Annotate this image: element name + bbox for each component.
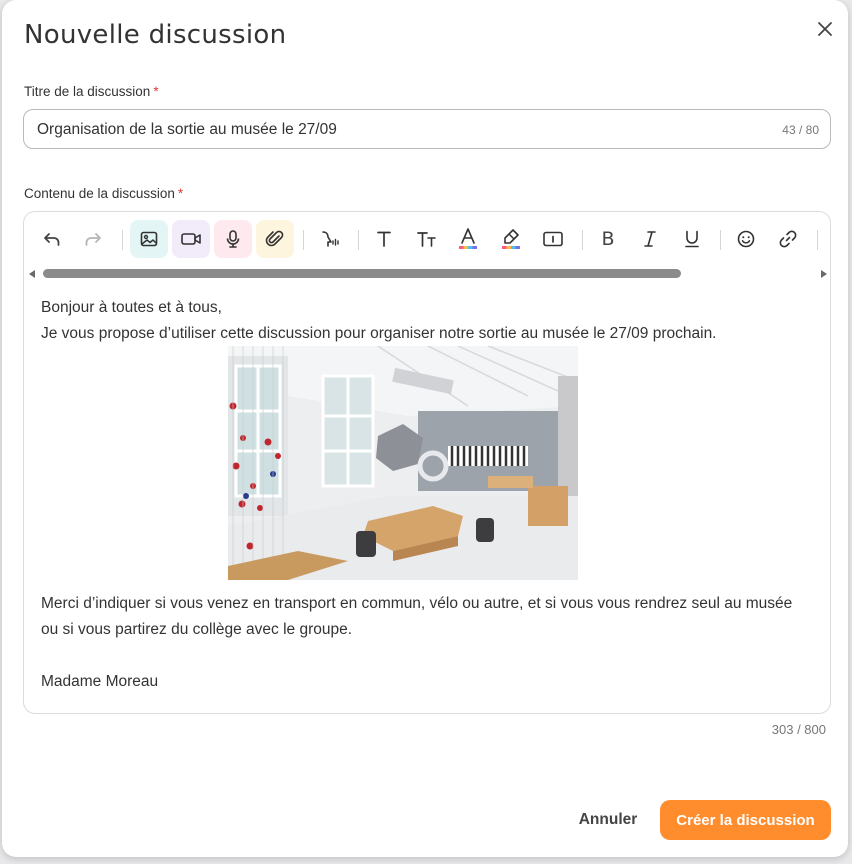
- content-field-label: Contenu de la discussion *: [24, 186, 184, 201]
- image-icon: [140, 231, 158, 247]
- text-icon: [377, 231, 391, 247]
- toolbar-separator: [817, 230, 818, 250]
- text-size-button[interactable]: [408, 220, 446, 258]
- speech-icon: [322, 231, 339, 247]
- title-input-value: Organisation de la sortie au musée le 27…: [37, 121, 337, 138]
- content-line: Merci d’indiquer si vous venez en transp…: [41, 595, 793, 612]
- underline-icon: [685, 230, 699, 248]
- scroll-left-icon[interactable]: [29, 270, 35, 278]
- emoji-icon: [737, 230, 755, 248]
- toolbar-scrollbar[interactable]: [27, 268, 829, 280]
- modal-title: Nouvelle discussion: [24, 20, 287, 50]
- required-mark: *: [153, 84, 159, 99]
- create-discussion-button[interactable]: Créer la discussion: [660, 800, 831, 840]
- scroll-right-icon[interactable]: [821, 270, 827, 278]
- link-button[interactable]: [769, 220, 807, 258]
- cancel-button[interactable]: Annuler: [570, 801, 646, 839]
- title-input[interactable]: Organisation de la sortie au musée le 27…: [23, 109, 831, 149]
- record-audio-button[interactable]: [214, 220, 252, 258]
- close-button[interactable]: [812, 16, 838, 42]
- emoji-button[interactable]: [727, 220, 765, 258]
- highlight-button[interactable]: [492, 220, 530, 258]
- content-line: Bonjour à toutes et à tous,: [41, 299, 222, 316]
- text-size-icon: [417, 232, 436, 247]
- title-field-label: Titre de la discussion *: [24, 84, 159, 99]
- rich-text-editor: B Bonjour à toutes et à tous, Je vous pr…: [23, 211, 831, 714]
- insert-image-button[interactable]: [130, 220, 168, 258]
- toolbar-separator: [303, 230, 304, 250]
- content-line: ou si vous partirez du collège avec le g…: [41, 621, 353, 638]
- undo-icon: [44, 233, 60, 246]
- highlight-icon: [502, 229, 520, 249]
- toolbar-separator: [582, 230, 583, 250]
- editor-toolbar: B: [24, 212, 830, 268]
- info-box-button[interactable]: [534, 220, 572, 258]
- undo-button[interactable]: [33, 220, 71, 258]
- info-box-icon: [543, 231, 563, 247]
- title-char-counter: 43 / 80: [782, 123, 819, 137]
- underline-button[interactable]: [673, 220, 711, 258]
- speech-button[interactable]: [311, 220, 349, 258]
- toolbar-separator: [720, 230, 721, 250]
- scrollbar-thumb[interactable]: [43, 269, 681, 278]
- italic-button[interactable]: [631, 220, 669, 258]
- text-color-button[interactable]: [449, 220, 487, 258]
- redo-button[interactable]: [74, 220, 112, 258]
- video-icon: [181, 233, 201, 245]
- italic-icon: [644, 231, 656, 247]
- insert-video-button[interactable]: [172, 220, 210, 258]
- microphone-icon: [226, 230, 240, 248]
- content-char-counter: 303 / 800: [771, 722, 826, 737]
- bold-icon: B: [601, 228, 615, 250]
- new-discussion-modal: Nouvelle discussion Titre de la discussi…: [2, 0, 848, 857]
- redo-icon: [85, 233, 101, 246]
- attach-file-button[interactable]: [256, 220, 294, 258]
- content-line: Je vous propose d’utiliser cette discuss…: [41, 325, 717, 342]
- link-icon: [779, 230, 797, 248]
- museum-photo: [228, 346, 578, 580]
- toolbar-separator: [358, 230, 359, 250]
- text-style-button[interactable]: [365, 220, 403, 258]
- signature: Madame Moreau: [41, 673, 159, 690]
- toolbar-separator: [122, 230, 123, 250]
- required-mark: *: [177, 186, 184, 201]
- attachment-icon: [265, 230, 284, 247]
- text-color-icon: [459, 228, 477, 249]
- close-icon: [818, 22, 832, 36]
- bold-button[interactable]: B: [589, 220, 627, 258]
